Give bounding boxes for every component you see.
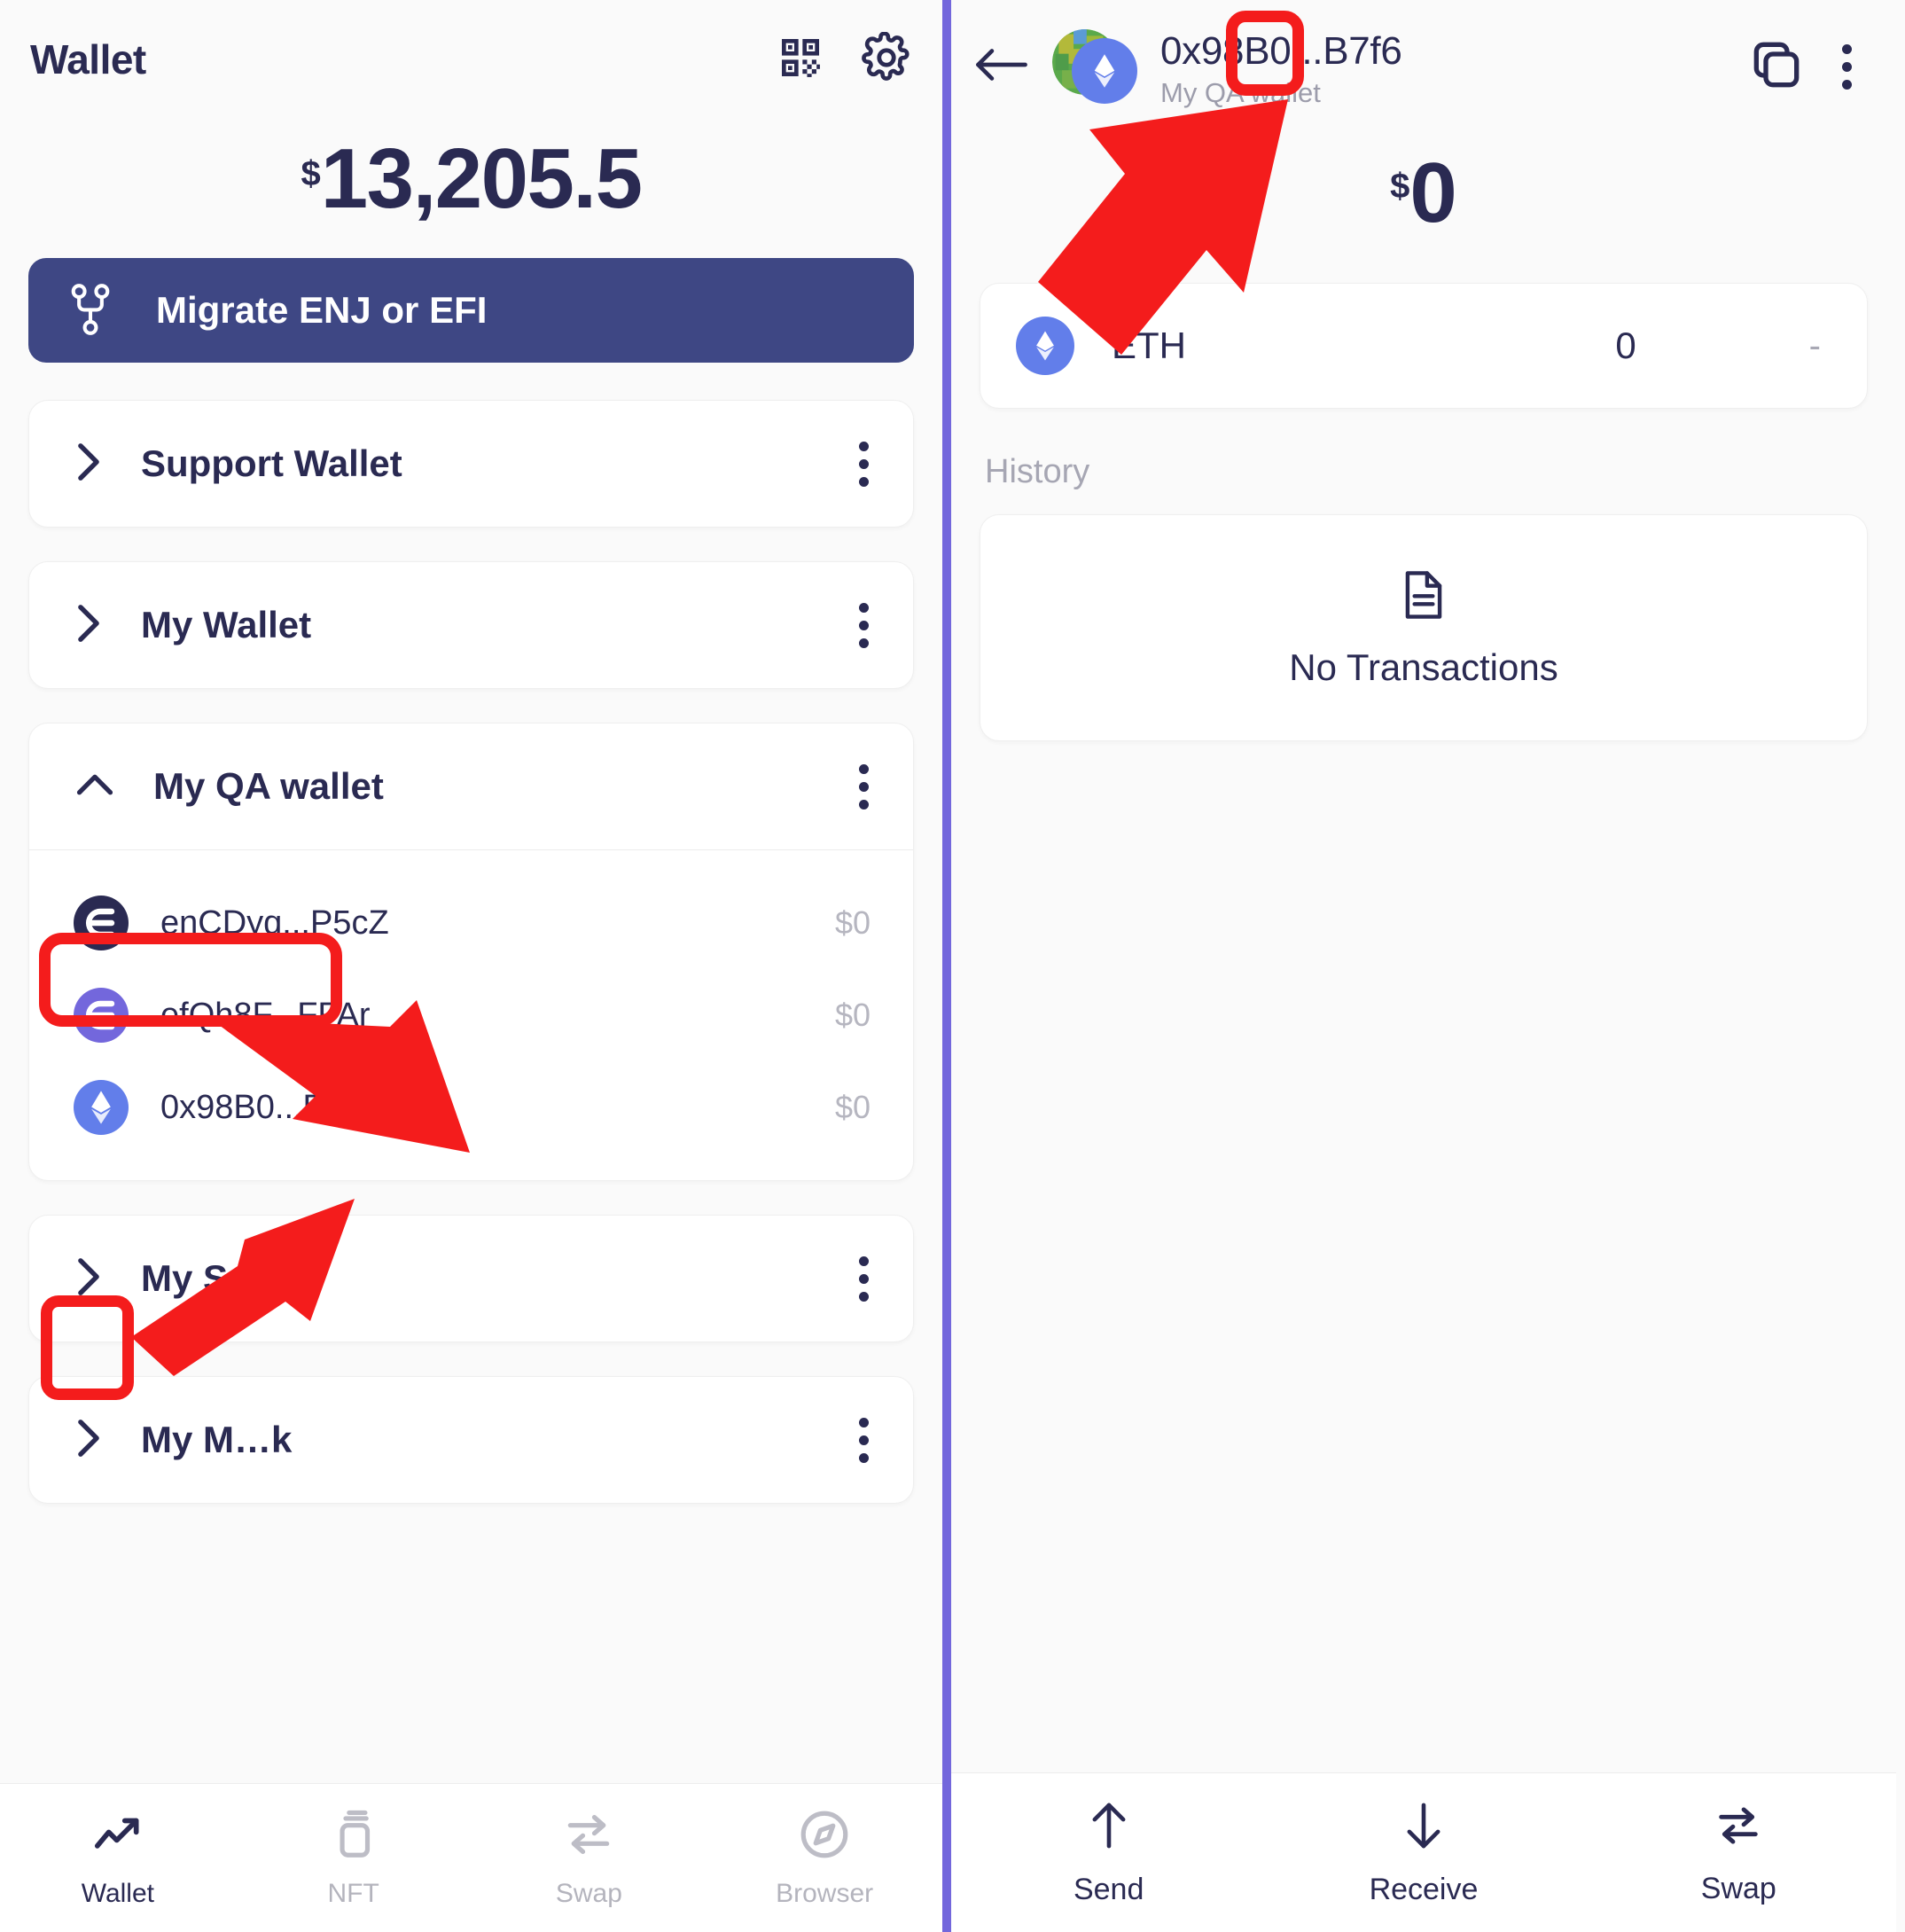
chevron-right-icon: [74, 601, 104, 650]
account-detail-screen: 0x98B0...B7f6 My QA wallet $ 0 ETH 0 - H…: [951, 0, 1896, 1932]
wallet-row-my-wallet[interactable]: My Wallet: [29, 562, 913, 688]
migrate-enj-efi-button[interactable]: Migrate ENJ or EFI: [28, 258, 914, 364]
asset-row-eth[interactable]: ETH 0 -: [980, 283, 1868, 410]
wallet-list-body: Migrate ENJ or EFI Support Wallet My Wal…: [0, 258, 942, 1932]
nav-item-swap[interactable]: Swap: [472, 1807, 707, 1909]
wallet-name-label: Support Wallet: [141, 442, 402, 485]
account-balance: $ 0: [951, 145, 1896, 240]
chevron-right-icon: [74, 1255, 104, 1303]
wallet-kebab-menu[interactable]: [845, 594, 883, 657]
document-icon: [1398, 567, 1449, 627]
swap-arrows-icon: [561, 1807, 616, 1866]
copy-icon[interactable]: [1748, 36, 1805, 98]
chart-trend-icon: [90, 1807, 145, 1866]
wallet-list-screen: Wallet $ 13,205.5 Migrate ENJ or EFI Sup…: [0, 0, 951, 1932]
page-title: Wallet: [30, 36, 146, 82]
token-value: $0: [834, 997, 871, 1034]
enjin-purple-icon: [74, 988, 129, 1044]
nav-item-wallet[interactable]: Wallet: [0, 1807, 236, 1909]
token-label: 0x98B0...B7f6: [160, 1088, 372, 1126]
arrow-down-icon: [1400, 1799, 1448, 1857]
wallet-card: My M…k: [28, 1376, 914, 1505]
wallet-row-my-safe[interactable]: My Safe: [29, 1216, 913, 1341]
wallet-card: My Wallet: [28, 561, 914, 690]
action-label: Swap: [1700, 1871, 1776, 1905]
qr-scan-icon[interactable]: [776, 33, 825, 87]
wallet-row-my-metamask[interactable]: My M…k: [29, 1377, 913, 1503]
header-actions: [1748, 35, 1873, 98]
wallet-name-label: My Safe: [141, 1257, 282, 1300]
account-action-bar: Send Receive Swap: [951, 1772, 1896, 1932]
token-label: efQh8F...FFAr: [160, 996, 371, 1034]
wallet-name-label: My Wallet: [141, 604, 312, 646]
nav-label: Wallet: [81, 1879, 154, 1908]
swap-button[interactable]: Swap: [1581, 1800, 1896, 1906]
balance-amount: 13,205.5: [320, 131, 643, 226]
compass-icon: [797, 1807, 852, 1866]
wallet-row-my-qa-wallet[interactable]: My QA wallet: [29, 724, 913, 849]
wallet-kebab-menu[interactable]: [845, 755, 883, 818]
balance-amount: 0: [1409, 145, 1457, 240]
receive-button[interactable]: Receive: [1266, 1799, 1581, 1907]
bottom-navigation: Wallet NFT Swap Browser: [0, 1783, 942, 1932]
migrate-button-label: Migrate ENJ or EFI: [156, 289, 488, 332]
wallet-row-support-wallet[interactable]: Support Wallet: [29, 401, 913, 527]
nav-item-browser[interactable]: Browser: [707, 1807, 942, 1909]
asset-symbol: ETH: [1112, 325, 1186, 367]
left-header: Wallet: [0, 0, 942, 96]
empty-state-text: No Transactions: [1289, 645, 1558, 688]
token-value: $0: [834, 904, 871, 942]
header-icon-group: [776, 30, 912, 88]
chevron-right-icon: [74, 440, 104, 489]
migrate-branch-icon: [67, 283, 113, 339]
nav-label: Browser: [776, 1879, 874, 1908]
wallet-card: Support Wallet: [28, 400, 914, 528]
chevron-up-icon: [74, 770, 116, 804]
header-titles: 0x98B0...B7f6 My QA wallet: [1160, 24, 1725, 109]
arrow-up-icon: [1085, 1799, 1133, 1857]
total-balance: $ 13,205.5: [0, 131, 942, 226]
nav-label: NFT: [327, 1879, 379, 1908]
wallet-card: My Safe: [28, 1215, 914, 1343]
asset-amount: 0: [1615, 325, 1636, 367]
action-label: Send: [1073, 1872, 1144, 1906]
avatar: [1052, 26, 1137, 107]
token-row-efqh8f[interactable]: efQh8F...FFAr $0: [29, 969, 913, 1061]
balance-currency: $: [1390, 167, 1410, 206]
token-label: enCDyq...P5cZ: [160, 903, 389, 942]
right-header: 0x98B0...B7f6 My QA wallet: [951, 0, 1896, 112]
ethereum-icon: [74, 1080, 129, 1136]
arrow-left-icon[interactable]: [974, 43, 1029, 90]
gear-icon[interactable]: [861, 30, 912, 88]
ethereum-icon: [1016, 317, 1074, 376]
chevron-right-icon: [74, 1416, 104, 1465]
enjin-dark-icon: [74, 896, 129, 951]
kebab-menu-icon[interactable]: [1828, 35, 1866, 98]
token-row-encdyq[interactable]: enCDyq...P5cZ $0: [29, 877, 913, 969]
wallet-card-expanded: My QA wallet enCDyq...P5cZ $0 efQh8F...F…: [28, 723, 914, 1182]
account-wallet-name: My QA wallet: [1160, 77, 1321, 108]
account-body: ETH 0 - History No Transactions: [951, 283, 1896, 1932]
action-label: Receive: [1369, 1872, 1479, 1906]
account-address: 0x98B0...B7f6: [1160, 29, 1402, 73]
history-section-label: History: [985, 453, 1090, 491]
wallet-kebab-menu[interactable]: [845, 433, 883, 496]
token-row-0x98b0[interactable]: 0x98B0...B7f6 $0: [29, 1061, 913, 1154]
swap-arrows-icon: [1713, 1800, 1764, 1856]
empty-history-card: No Transactions: [980, 514, 1868, 742]
nav-item-nft[interactable]: NFT: [236, 1807, 472, 1909]
wallet-kebab-menu[interactable]: [845, 1248, 883, 1310]
wallet-kebab-menu[interactable]: [845, 1409, 883, 1472]
token-value: $0: [834, 1089, 871, 1126]
asset-change: -: [1808, 325, 1821, 365]
send-button[interactable]: Send: [951, 1799, 1266, 1907]
nft-cards-icon: [326, 1807, 381, 1866]
balance-currency: $: [301, 154, 321, 193]
dual-screenshot: Wallet $ 13,205.5 Migrate ENJ or EFI Sup…: [0, 0, 1905, 1932]
nav-label: Swap: [555, 1879, 622, 1908]
ethereum-icon: [1072, 38, 1137, 104]
wallet-name-label: My M…k: [141, 1419, 293, 1461]
wallet-name-label: My QA wallet: [153, 765, 384, 808]
